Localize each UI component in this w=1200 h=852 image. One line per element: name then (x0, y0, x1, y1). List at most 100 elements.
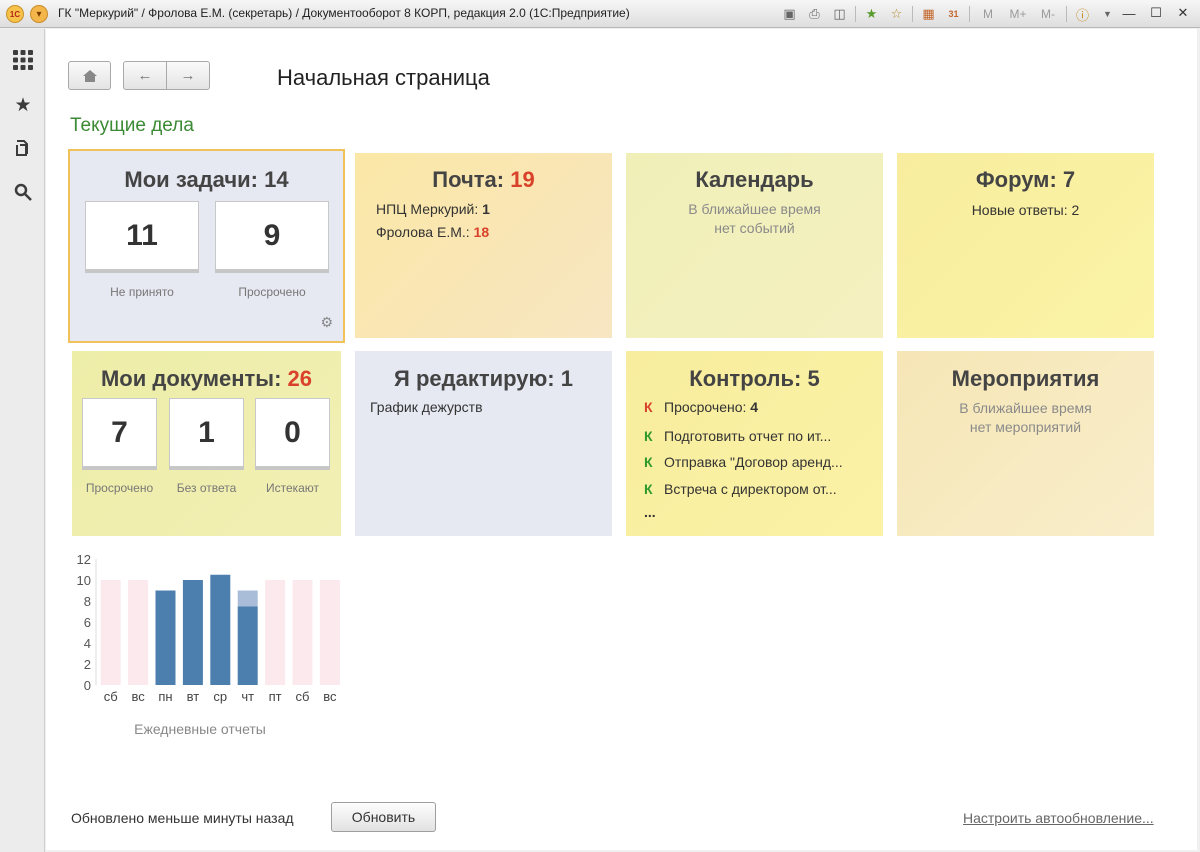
control-overdue-mark: К (644, 399, 653, 415)
control-mark: К (644, 428, 653, 444)
documents-no-answer-counter[interactable]: 1 (169, 398, 244, 467)
documents-overdue-counter[interactable]: 7 (82, 398, 157, 467)
chart-y-tick-label: 8 (84, 594, 91, 609)
memory-plus-button[interactable]: M+ (1006, 5, 1030, 24)
events-tile[interactable]: Мероприятия В ближайшее время нет меропр… (897, 351, 1154, 536)
toolbar-divider (912, 6, 913, 22)
close-button[interactable]: ✕ (1171, 3, 1195, 23)
editing-document-link[interactable]: График дежурств (370, 399, 483, 415)
chart-x-tick-label: вс (323, 689, 337, 704)
favorites-star-icon[interactable]: ★ (10, 92, 36, 118)
chart-title: Ежедневные отчеты (134, 721, 266, 737)
favorites-icon[interactable]: ☆ (887, 5, 906, 24)
update-status: Обновлено меньше минуты назад (71, 810, 294, 826)
tasks-tile-title: Мои задачи: 14 (124, 167, 289, 192)
chart-x-tick-label: чт (241, 689, 254, 704)
calendar-tile-title: Календарь (695, 167, 814, 192)
calendar-tile[interactable]: Календарь В ближайшее время нет событий (626, 153, 883, 338)
chart-y-tick-label: 10 (77, 573, 91, 588)
chart-background-bar (128, 580, 149, 685)
memory-minus-button[interactable]: M- (1036, 5, 1060, 24)
chart-bar (237, 606, 258, 685)
search-icon[interactable] (10, 179, 36, 205)
chart-x-tick-label: сб (296, 689, 310, 704)
forward-button[interactable]: → (166, 61, 210, 90)
window-title: ГК "Меркурий" / Фролова Е.М. (секретарь)… (58, 6, 630, 20)
toolbar-divider (969, 6, 970, 22)
chart-x-tick-label: сб (104, 689, 118, 704)
arrow-right-icon: → (180, 67, 196, 84)
home-icon (82, 69, 97, 82)
chevron-down-icon[interactable]: ▼ (1098, 5, 1117, 24)
events-tile-title: Мероприятия (951, 366, 1100, 391)
chart-x-tick-label: ср (213, 689, 227, 704)
preview-icon[interactable]: ◫ (830, 5, 849, 24)
home-button[interactable] (68, 61, 111, 90)
chart-bar-segment (237, 590, 258, 607)
control-item[interactable]: К Отправка "Договор аренд... (644, 454, 843, 470)
chart-background-bar (100, 580, 121, 685)
autorefresh-settings-link[interactable]: Настроить автообновление... (963, 810, 1154, 826)
calculator-icon[interactable]: ▦ (919, 5, 938, 24)
events-empty-text: нет мероприятий (969, 419, 1082, 435)
daily-reports-chart[interactable]: 024681012сб вс пн вт ср чт пт сб всЕжедневные от… (70, 549, 360, 749)
tasks-overdue-counter[interactable]: 9 (215, 201, 329, 270)
documents-tile[interactable]: Мои документы: 26 7 1 0 Просрочено Без о… (72, 351, 341, 536)
info-icon[interactable]: ⓘ (1073, 5, 1092, 24)
favorites-add-icon[interactable]: ★ (862, 5, 881, 24)
control-tile-title: Контроль: 5 (689, 366, 820, 391)
control-item[interactable]: К Встреча с директором от... (644, 481, 837, 497)
chart-y-tick-label: 6 (84, 615, 91, 630)
chart-y-tick-label: 0 (84, 678, 91, 693)
toolbar-divider (1066, 6, 1067, 22)
gear-icon[interactable]: ⚙ (320, 314, 333, 331)
control-mark: К (644, 481, 653, 497)
tasks-tile[interactable]: Мои задачи: 14 11 9 Не принято Просрочен… (68, 149, 345, 343)
chart-y-tick-label: 4 (84, 636, 91, 651)
chart-background-bar (292, 580, 313, 685)
tasks-overdue-label: Просрочено (238, 285, 306, 299)
calendar-icon[interactable]: 31 (944, 5, 963, 24)
back-button[interactable]: ← (123, 61, 167, 90)
events-empty-text: В ближайшее время (959, 400, 1092, 416)
title-bar: 1С ▾ ГК "Меркурий" / Фролова Е.М. (секре… (0, 0, 1200, 28)
documents-overdue-label: Просрочено (85, 481, 154, 495)
mail-line[interactable]: Фролова Е.М.: 18 (376, 224, 489, 240)
toolbar-divider (855, 6, 856, 22)
documents-expiring-counter[interactable]: 0 (255, 398, 330, 467)
chart-y-tick-label: 2 (84, 657, 91, 672)
print-icon[interactable]: ⎙ (805, 5, 824, 24)
chart-background-bar (319, 580, 340, 685)
chart-y-tick-label: 12 (77, 552, 91, 567)
section-title: Текущие дела (70, 115, 194, 136)
main-menu-icon[interactable]: ▾ (30, 5, 48, 23)
editing-tile-title: Я редактирую: 1 (394, 366, 573, 391)
chart-x-tick-label: пн (158, 689, 172, 704)
control-mark: К (644, 454, 653, 470)
refresh-button[interactable]: Обновить (331, 802, 436, 832)
forum-tile[interactable]: Форум: 7 Новые ответы: 2 (897, 153, 1154, 338)
tasks-not-accepted-counter[interactable]: 11 (85, 201, 199, 270)
control-item[interactable]: К Подготовить отчет по ит... (644, 428, 831, 444)
editing-tile[interactable]: Я редактирую: 1 График дежурств (355, 351, 612, 536)
page-title: Начальная страница (277, 65, 490, 90)
history-icon[interactable] (10, 135, 36, 161)
apps-grid-icon[interactable] (10, 47, 36, 73)
mail-line[interactable]: НПЦ Меркурий: 1 (376, 201, 490, 217)
minimize-button[interactable]: — (1117, 3, 1141, 23)
control-more[interactable]: ... (644, 504, 656, 520)
maximize-button[interactable]: ☐ (1144, 3, 1168, 23)
documents-tile-title: Мои документы: 26 (100, 366, 313, 391)
chart-x-tick-label: вс (131, 689, 145, 704)
save-icon[interactable]: ▣ (780, 5, 799, 24)
chart-x-tick-label: пт (269, 689, 282, 704)
memory-m-button[interactable]: M (976, 5, 1000, 24)
calendar-empty-text: нет событий (714, 220, 795, 236)
control-tile[interactable]: Контроль: 5 К Просрочено: 4 К Подготовить … (626, 351, 883, 536)
documents-expiring-label: Истекают (265, 481, 320, 495)
control-item[interactable]: К Просрочено: 4 (644, 399, 758, 415)
arrow-left-icon: ← (137, 67, 153, 84)
tasks-not-accepted-label: Не принято (110, 285, 174, 299)
mail-tile[interactable]: Почта: 19 НПЦ Меркурий: 1 Фролова Е.М.: … (355, 153, 612, 338)
forum-new-replies[interactable]: Новые ответы: 2 (897, 201, 1154, 220)
